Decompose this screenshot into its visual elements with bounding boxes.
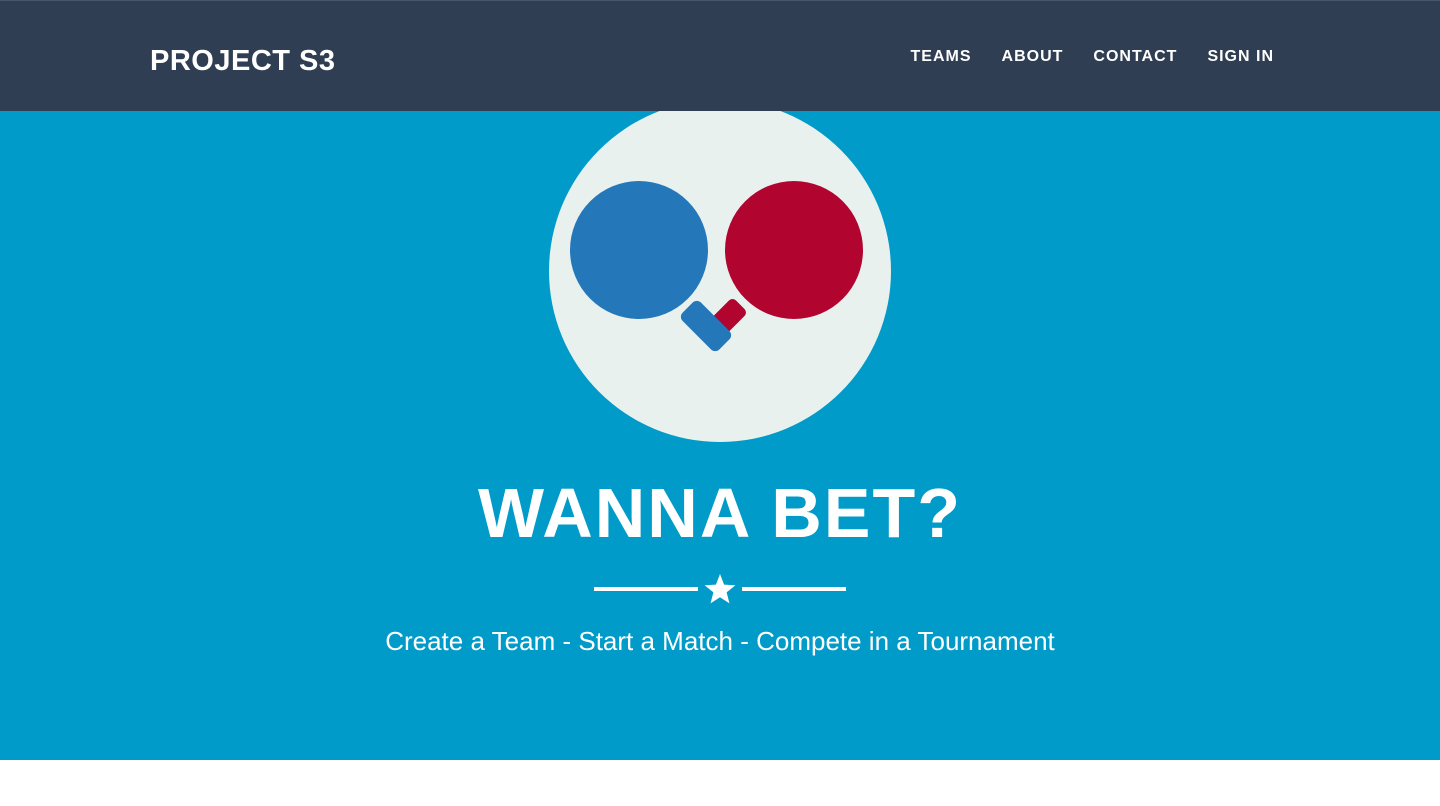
red-paddle [725,181,863,319]
nav-link-teams[interactable]: TEAMS [911,45,972,69]
page-bottom-area [0,760,1440,806]
nav-menu: TEAMS ABOUT CONTACT SIGN IN [911,45,1274,69]
hero-headline: WANNA BET? [477,474,963,552]
nav-link-sign-in[interactable]: SIGN IN [1207,45,1274,69]
blue-paddle [570,181,708,319]
divider-line-right [742,587,846,591]
nav-link-about[interactable]: ABOUT [1002,45,1064,69]
nav-link-contact[interactable]: CONTACT [1093,45,1177,69]
divider-line-left [594,587,698,591]
brand-link[interactable]: PROJECT S3 [150,41,336,81]
hero-tagline: Create a Team - Start a Match - Compete … [385,626,1055,656]
navbar: PROJECT S3 TEAMS ABOUT CONTACT SIGN IN [0,0,1440,111]
ping-pong-paddles-icon [549,111,891,442]
hero-section: WANNA BET? Create a Team - Start a Match… [0,111,1440,760]
star-divider [594,574,846,604]
star-icon [704,574,736,604]
